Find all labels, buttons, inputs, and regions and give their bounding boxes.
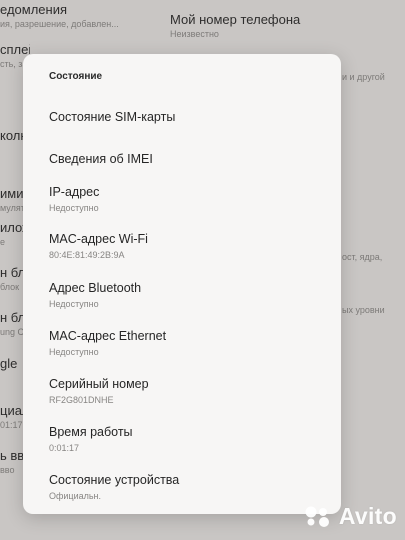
status-dialog: Состояние Состояние SIM-карты Сведения о… [23, 54, 341, 514]
sim-status-item[interactable]: Состояние SIM-карты [23, 96, 341, 140]
item-value: RF2G801DNHE [49, 395, 114, 405]
ethernet-mac-item[interactable]: MAC-адрес Ethernet Недоступно [23, 326, 341, 370]
wifi-mac-item[interactable]: MAC-адрес Wi-Fi 80:4E:81:49:2B:9A [23, 229, 341, 273]
dialog-title: Состояние [49, 71, 103, 82]
serial-number-item[interactable]: Серийный номер RF2G801DNHE [23, 374, 341, 418]
bluetooth-address-item[interactable]: Адрес Bluetooth Недоступно [23, 278, 341, 322]
item-title: IP-адрес [49, 185, 100, 199]
imei-info-item[interactable]: Сведения об IMEI [23, 140, 341, 184]
item-value: Официальн. [49, 491, 102, 501]
watermark-text: Avito [338, 503, 397, 529]
ip-address-item[interactable]: IP-адрес Недоступно [23, 182, 341, 226]
item-title: MAC-адрес Ethernet [49, 329, 167, 343]
item-value: 80:4E:81:49:2B:9A [49, 250, 125, 260]
uptime-item[interactable]: Время работы 0:01:17 [23, 422, 341, 466]
avito-watermark: Avito [303, 503, 397, 530]
item-title: Время работы [49, 425, 133, 439]
item-title: MAC-адрес Wi-Fi [49, 232, 148, 246]
item-value: Недоступно [49, 299, 99, 309]
item-value: 0:01:17 [49, 443, 80, 453]
item-value: Недоступно [49, 203, 99, 213]
item-title: Серийный номер [49, 377, 149, 391]
device-status-item[interactable]: Состояние устройства Официальн. [23, 470, 341, 514]
item-title: Состояние SIM-карты [49, 110, 176, 124]
item-value: Недоступно [49, 347, 99, 357]
avito-logo-icon [303, 506, 333, 528]
item-title: Сведения об IMEI [49, 152, 153, 166]
item-title: Состояние устройства [49, 473, 180, 487]
item-title: Адрес Bluetooth [49, 281, 142, 295]
